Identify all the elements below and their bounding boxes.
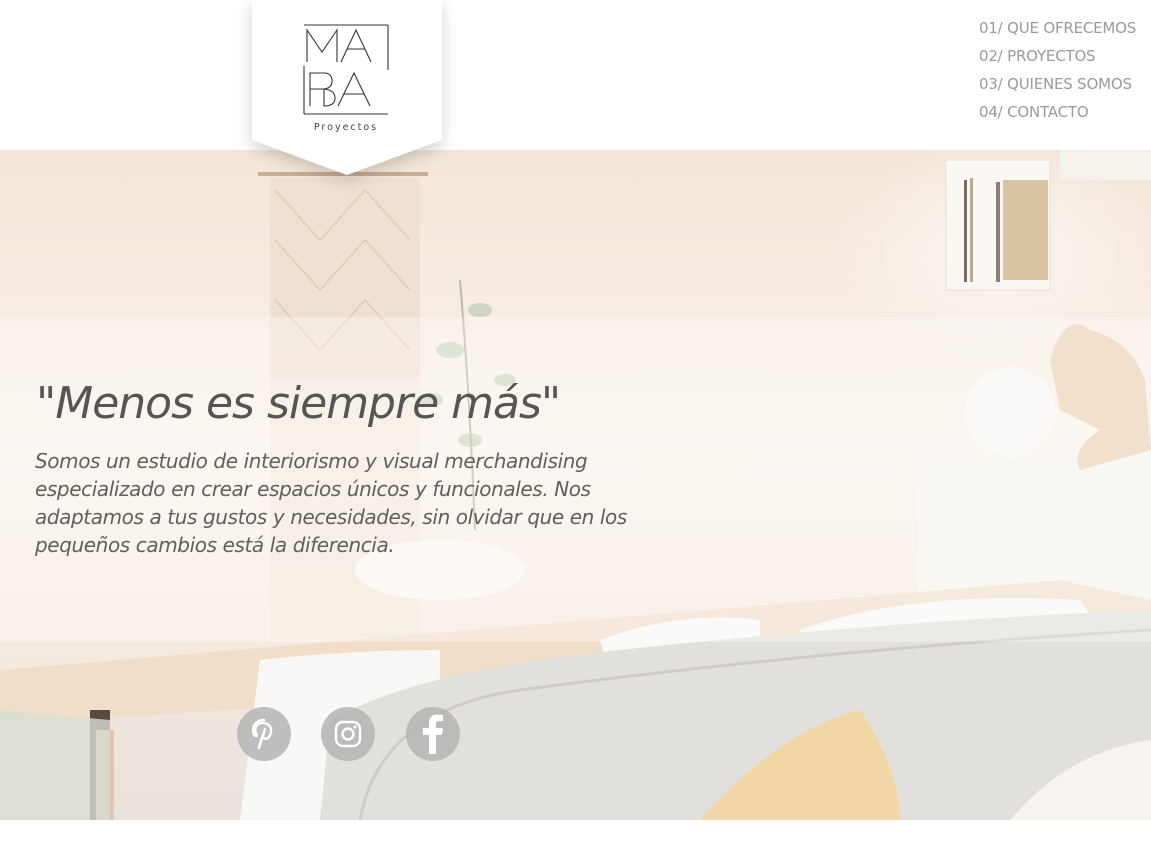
instagram-icon <box>334 720 362 748</box>
hero-quote: "Menos es siempre más" <box>36 378 561 429</box>
hero-description: Somos un estudio de interiorismo y visua… <box>35 449 627 557</box>
facebook-icon <box>423 714 443 754</box>
nav-item-proyectos[interactable]: 02/ PROYECTOS <box>979 42 1151 70</box>
main-nav: 01/ QUE OFRECEMOS 02/ PROYECTOS 03/ QUIE… <box>979 14 1151 126</box>
hero-section: "Menos es siempre más" Somos un estudio … <box>0 150 1151 820</box>
nav-item-que-ofrecemos[interactable]: 01/ QUE OFRECEMOS <box>979 14 1151 42</box>
nav-item-quienes-somos[interactable]: 03/ QUIENES SOMOS <box>979 70 1151 98</box>
pinterest-link[interactable] <box>237 707 291 761</box>
site-header: 01/ QUE OFRECEMOS 02/ PROYECTOS 03/ QUIE… <box>0 0 1151 150</box>
nav-item-contacto[interactable]: 04/ CONTACTO <box>979 98 1151 126</box>
facebook-link[interactable] <box>406 707 460 761</box>
logo-subtitle: Proyectos <box>314 122 378 133</box>
logo-link[interactable]: Proyectos <box>252 0 442 178</box>
maba-logo: Proyectos <box>252 0 442 175</box>
instagram-link[interactable] <box>321 707 375 761</box>
pinterest-icon <box>251 718 273 750</box>
